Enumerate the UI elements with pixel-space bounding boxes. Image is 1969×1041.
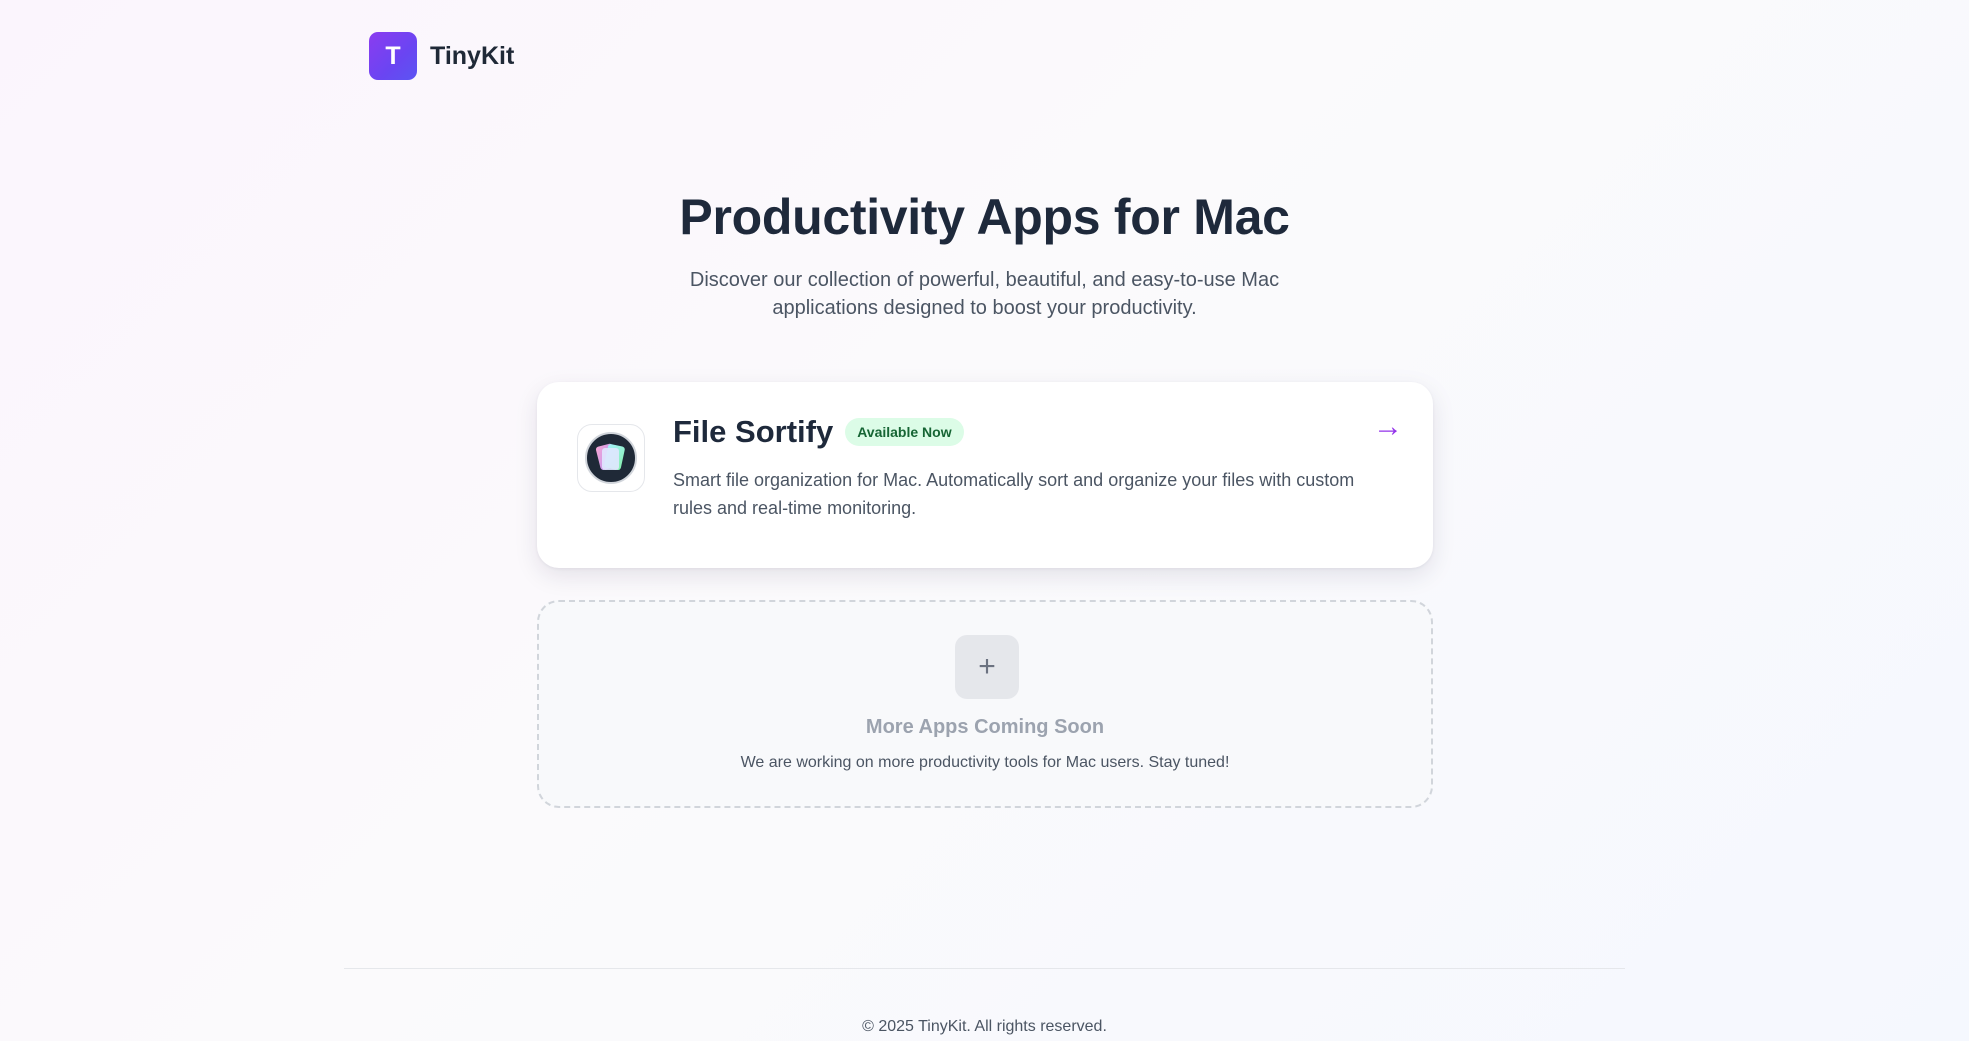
arrow-right-icon[interactable]: → — [1373, 412, 1403, 442]
app-description: Smart file organization for Mac. Automat… — [673, 470, 1355, 518]
plus-icon: + — [955, 635, 1019, 699]
page-subtitle: Discover our collection of powerful, bea… — [689, 269, 1280, 319]
status-badge: Available Now — [845, 418, 964, 446]
brand-name: TinyKit — [430, 41, 515, 70]
coming-soon-card: + More Apps Coming Soon We are working o… — [537, 600, 1433, 808]
brand-logo-icon: T — [369, 32, 417, 80]
footer-divider — [344, 968, 1625, 969]
page-title: Productivity Apps for Mac — [679, 189, 1290, 245]
coming-soon-description: We are working on more productivity tool… — [740, 754, 1230, 771]
brand-logo-letter: T — [385, 41, 401, 70]
app-title-row: File Sortify Available Now — [673, 414, 964, 450]
footer-copyright: © 2025 TinyKit. All rights reserved. — [862, 1018, 1107, 1035]
file-sortify-app-icon — [577, 424, 645, 492]
hero-section: Productivity Apps for Mac Discover our c… — [0, 186, 1969, 322]
app-card-file-sortify[interactable]: File Sortify Available Now Smart file or… — [537, 382, 1433, 568]
brand-logo-link[interactable]: T TinyKit — [369, 32, 514, 80]
app-title: File Sortify — [673, 414, 834, 449]
coming-soon-title: More Apps Coming Soon — [865, 716, 1105, 738]
